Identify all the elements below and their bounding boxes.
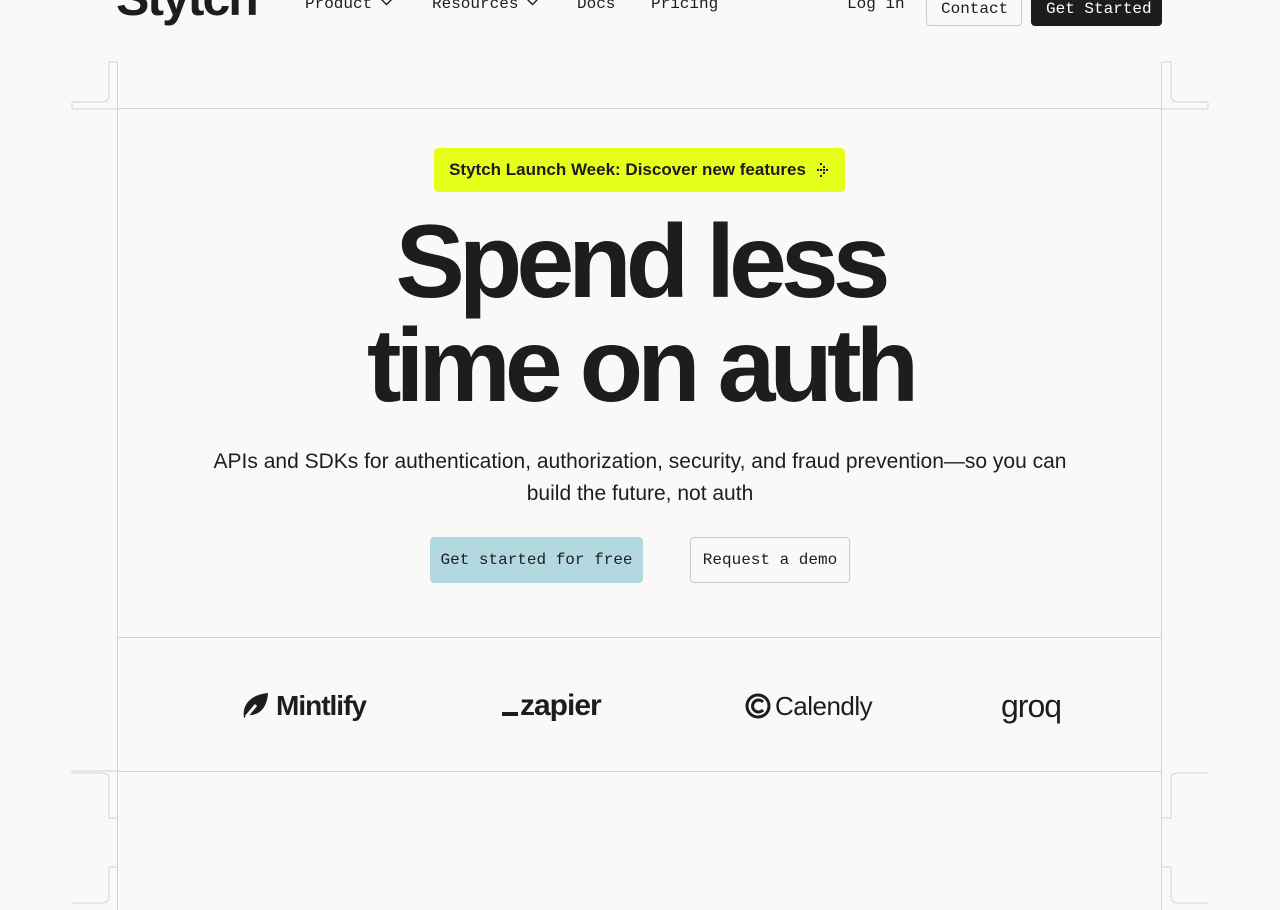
hero-title: Spend less time on auth — [0, 210, 1280, 418]
zapier-underscore-mark — [502, 712, 518, 716]
request-demo-button[interactable]: Request a demo — [690, 537, 850, 583]
banner-text: Stytch Launch Week: Discover new feature… — [449, 160, 806, 179]
calendly-wordmark: Calendly — [775, 690, 873, 721]
arrow-right-dots-icon — [816, 163, 828, 177]
customer-logo-mintlify: Mintlify — [240, 684, 367, 728]
hero-subtitle: APIs and SDKs for authentication, author… — [213, 450, 1067, 505]
get-started-free-button[interactable]: Get started for free — [430, 537, 643, 583]
hero-title-line-2: time on auth — [366, 308, 919, 424]
mintlify-wordmark: Mintlify — [276, 690, 367, 721]
customer-logo-calendly: Calendly — [745, 684, 873, 728]
customer-logo-zapier: zapier — [502, 684, 602, 728]
zapier-wordmark: zapier — [520, 689, 602, 722]
mintlify-leaf-icon — [243, 693, 268, 718]
launch-week-banner[interactable]: Stytch Launch Week: Discover new feature… — [434, 148, 845, 192]
customer-logo-groq: groq — [1001, 687, 1062, 724]
calendly-c-icon — [745, 693, 771, 719]
hero-title-line-1: Spend less — [395, 204, 890, 320]
